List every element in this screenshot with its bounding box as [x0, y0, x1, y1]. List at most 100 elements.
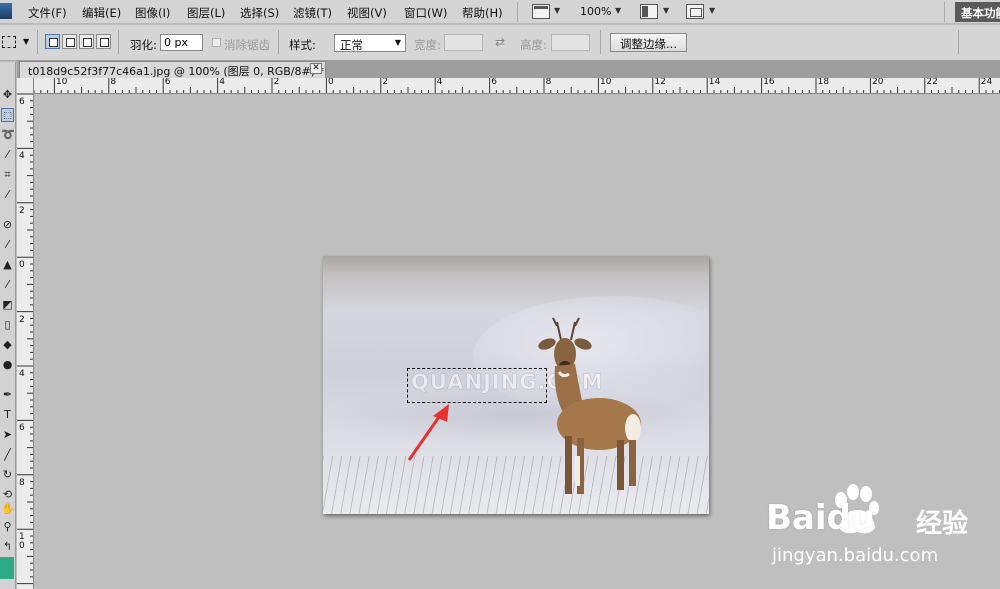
style-select-value: 正常 — [340, 38, 363, 52]
options-separator — [118, 30, 119, 54]
3d-rotate-tool-icon[interactable]: ↻ — [1, 468, 14, 482]
swap-colors-icon[interactable]: ↰ — [1, 540, 14, 554]
height-input[interactable] — [551, 34, 590, 51]
chevron-down-icon[interactable]: ▼ — [615, 6, 621, 15]
menu-separator — [517, 2, 518, 22]
menu-image[interactable]: 图像(I) — [135, 5, 170, 21]
ruler-label: 16 — [763, 78, 775, 87]
tool-preset-icon[interactable] — [2, 36, 16, 48]
ruler-label: 10 — [56, 78, 68, 87]
ruler-label: 14 — [708, 78, 721, 87]
ruler-label: 4 — [19, 151, 25, 162]
toolbox: ✥ ⬚ ➰ ⁄ ⌗ ⁄ ⊘ ⁄ ▲ ⁄ ◩ ▯ ◆ ● ✒ T ➤ ╱ ↻ ⟲ … — [0, 62, 16, 589]
move-tool-icon[interactable]: ✥ — [1, 88, 14, 102]
baidu-url: jingyan.baidu.com — [772, 545, 939, 566]
feather-label: 羽化: — [130, 38, 157, 52]
ruler-label: 2 — [382, 78, 389, 87]
menu-bar: 文件(F) 编辑(E) 图像(I) 图层(L) 选择(S) 滤镜(T) 视图(V… — [0, 0, 1000, 24]
ruler-label: 8 — [19, 477, 25, 488]
marquee-tool-icon[interactable]: ⬚ — [1, 108, 14, 122]
document-image[interactable]: QUANJING.COM — [323, 256, 709, 514]
eyedropper-tool-icon[interactable]: ⁄ — [1, 188, 14, 202]
subtract-from-selection-icon[interactable] — [79, 34, 94, 49]
feather-input[interactable] — [160, 34, 203, 51]
chevron-down-icon[interactable]: ▼ — [554, 6, 560, 15]
zoom-tool-icon[interactable]: ⚲ — [1, 520, 14, 534]
chevron-down-icon[interactable]: ▼ — [709, 6, 715, 15]
arrange-documents-icon[interactable] — [640, 4, 658, 19]
zoom-level[interactable]: 100% — [580, 5, 611, 18]
options-separator — [278, 30, 279, 54]
menu-filter[interactable]: 滤镜(T) — [293, 5, 332, 21]
menu-window[interactable]: 窗口(W) — [404, 5, 447, 21]
ruler-label: 2 — [273, 78, 280, 87]
deer-illustration — [538, 317, 641, 494]
ruler-label: 6 — [164, 78, 171, 87]
ruler-label: 24 — [980, 78, 993, 87]
ruler-label: 8 — [110, 78, 117, 87]
ruler-label: 1 0 — [19, 532, 25, 552]
antialias-label: 消除锯齿 — [224, 38, 270, 52]
menu-select[interactable]: 选择(S) — [240, 5, 279, 21]
menu-file[interactable]: 文件(F) — [28, 5, 67, 21]
healing-brush-tool-icon[interactable]: ⊘ — [1, 218, 14, 232]
vertical-ruler[interactable]: 6 4 2 0 2 4 6 8 1 0 — [17, 94, 34, 589]
ruler-label: 6 — [19, 423, 25, 434]
eraser-tool-icon[interactable]: ◩ — [1, 298, 14, 312]
add-to-selection-icon[interactable] — [62, 34, 77, 49]
baidu-logo-text: Baidu — [766, 498, 876, 538]
refine-edge-button[interactable]: 调整边缘... — [610, 33, 687, 52]
ruler-label: 2 — [19, 314, 25, 325]
gradient-tool-icon[interactable]: ▯ — [1, 318, 14, 332]
type-tool-icon[interactable]: T — [1, 408, 14, 422]
options-separator — [37, 30, 38, 54]
brush-tool-icon[interactable]: ⁄ — [1, 238, 14, 252]
baidu-jingyan-text: 经验 — [916, 509, 969, 539]
hand-tool-icon[interactable]: ✋ — [1, 502, 14, 516]
intersect-selection-icon[interactable] — [96, 34, 111, 49]
ruler-label: 0 — [19, 260, 25, 271]
menu-help[interactable]: 帮助(H) — [462, 5, 503, 21]
lasso-tool-icon[interactable]: ➰ — [1, 128, 14, 142]
foreground-color-swatch[interactable] — [0, 557, 14, 579]
width-input[interactable] — [444, 34, 483, 51]
dodge-tool-icon[interactable]: ● — [1, 358, 14, 372]
quick-select-tool-icon[interactable]: ⁄ — [1, 148, 14, 162]
antialias-checkbox[interactable] — [212, 38, 221, 47]
shape-tool-icon[interactable]: ╱ — [1, 448, 14, 462]
annotation-arrow-icon — [407, 404, 449, 461]
menu-edit[interactable]: 编辑(E) — [82, 5, 121, 21]
style-label: 样式: — [289, 38, 316, 52]
swap-width-height-icon[interactable]: ⇄ — [495, 35, 505, 49]
ruler-label: 4 — [219, 78, 225, 87]
blur-tool-icon[interactable]: ◆ — [1, 338, 14, 352]
path-select-tool-icon[interactable]: ➤ — [1, 428, 14, 442]
document-tab[interactable]: t018d9c52f3f77c46a1.jpg @ 100% (图层 0, RG… — [19, 61, 326, 78]
workspace-switcher[interactable]: 基本功能 — [955, 2, 1000, 22]
ruler-label: 12 — [654, 78, 666, 87]
clone-stamp-tool-icon[interactable]: ▲ — [1, 258, 14, 272]
style-select[interactable]: 正常 ▼ — [334, 34, 406, 52]
options-separator — [600, 30, 601, 54]
new-selection-icon[interactable] — [45, 34, 60, 49]
chevron-down-icon[interactable]: ▼ — [663, 6, 669, 15]
pen-tool-icon[interactable]: ✒ — [1, 388, 14, 402]
height-label: 高度: — [520, 38, 547, 52]
ruler-origin[interactable] — [17, 78, 34, 94]
menu-view[interactable]: 视图(V) — [347, 5, 387, 21]
options-bar: ▼ 羽化: 消除锯齿 样式: 正常 ▼ 宽度: ⇄ 高度: 调整边缘... — [0, 25, 1000, 61]
horizontal-ruler[interactable]: 10 8 6 4 2 0 2 4 6 8 10 12 14 16 18 20 22 24 — [34, 78, 1000, 94]
photoshop-logo-icon — [0, 3, 12, 19]
menu-layer[interactable]: 图层(L) — [187, 5, 225, 21]
ruler-label: 10 — [600, 78, 612, 87]
crop-tool-icon[interactable]: ⌗ — [1, 168, 14, 182]
selection-marquee[interactable] — [407, 368, 547, 403]
ruler-label: 6 — [491, 78, 497, 87]
history-brush-tool-icon[interactable]: ⁄ — [1, 278, 14, 292]
screen-mode-icon[interactable] — [686, 4, 704, 19]
ruler-label: 6 — [19, 97, 25, 107]
close-icon[interactable]: ✕ — [310, 63, 322, 74]
chevron-down-icon[interactable]: ▼ — [23, 37, 29, 46]
3d-orbit-tool-icon[interactable]: ⟲ — [1, 488, 14, 502]
bridge-icon[interactable] — [532, 4, 550, 19]
